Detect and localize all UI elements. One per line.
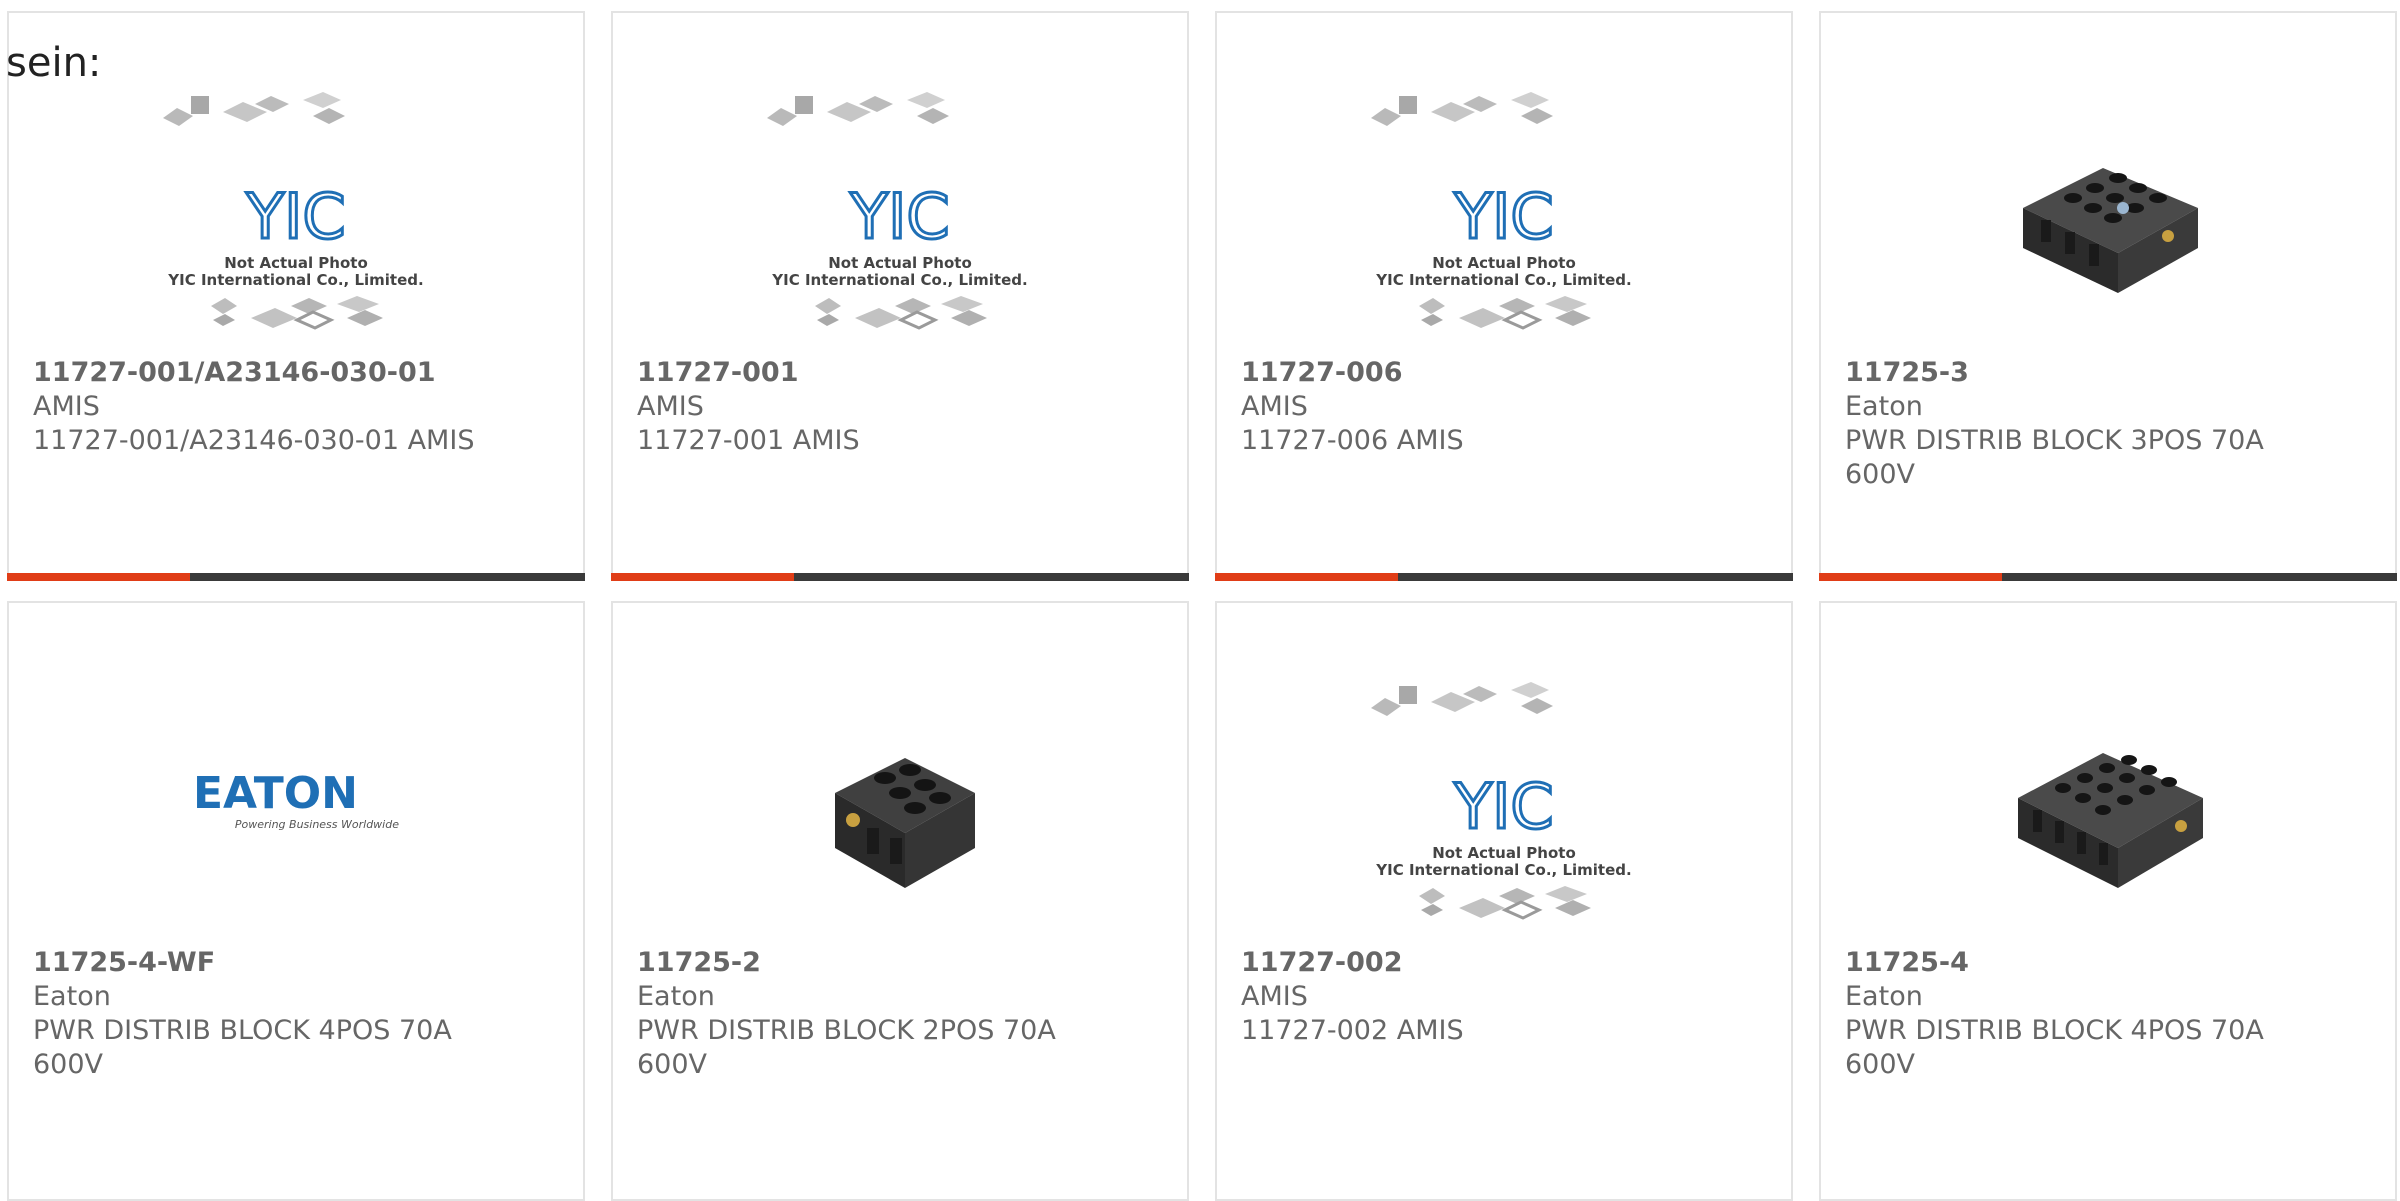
product-card[interactable]: 11725-3 Eaton PWR DISTRIB BLOCK 3POS 70A…: [1819, 11, 2397, 581]
product-image: [1821, 73, 2395, 353]
product-card[interactable]: 11725-4 Eaton PWR DISTRIB BLOCK 4POS 70A…: [1819, 601, 2397, 1201]
part-number[interactable]: 11727-006: [1241, 356, 1767, 390]
product-card[interactable]: YIC Not Actual Photo YIC International C…: [1215, 601, 1793, 1201]
terminal-block-icon: [835, 758, 975, 888]
page-intro-text: sein:: [6, 40, 102, 86]
part-number[interactable]: 11727-002: [1241, 946, 1767, 980]
part-number[interactable]: 11727-001/A23146-030-01: [33, 356, 559, 390]
description-line2: 600V: [1845, 459, 1916, 490]
yic-logo-icon: YIC: [1453, 770, 1553, 843]
svg-text:YIC International Co., Limited: YIC International Co., Limited.: [1375, 861, 1631, 879]
description: 11727-002 AMIS: [1241, 1015, 1464, 1046]
terminal-block-icon: [2018, 753, 2203, 888]
svg-text:EATON: EATON: [193, 768, 358, 819]
manufacturer: Eaton: [33, 981, 111, 1012]
product-card[interactable]: YIC Not Actual Photo YIC International C…: [611, 11, 1189, 581]
product-image: [613, 663, 1187, 943]
product-card[interactable]: YIC Not Actual Photo YIC International C…: [7, 11, 585, 581]
placeholder-image: YIC Not Actual Photo YIC International C…: [1217, 663, 1791, 943]
terminal-block-icon: [2023, 168, 2198, 293]
manufacturer-logo: EATON Powering Business Worldwide: [9, 663, 583, 943]
product-card[interactable]: YIC Not Actual Photo YIC International C…: [1215, 11, 1793, 581]
product-card[interactable]: 11725-2 Eaton PWR DISTRIB BLOCK 2POS 70A…: [611, 601, 1189, 1201]
placeholder-image: YIC Not Actual Photo YIC International C…: [9, 73, 583, 353]
part-number[interactable]: 11727-001: [637, 356, 1163, 390]
card-bottom-bar: [1819, 573, 2397, 581]
description: PWR DISTRIB BLOCK 2POS 70A: [637, 1015, 1056, 1046]
description: 11727-006 AMIS: [1241, 425, 1464, 456]
description: 11727-001 AMIS: [637, 425, 860, 456]
yic-logo-icon: YIC: [1453, 180, 1553, 253]
svg-text:YIC International Co., Limited: YIC International Co., Limited.: [1375, 271, 1631, 289]
svg-text:Not Actual Photo: Not Actual Photo: [224, 254, 368, 272]
svg-text:YIC International Co., Limited: YIC International Co., Limited.: [167, 271, 423, 289]
eaton-logo-icon: EATON Powering Business Worldwide: [193, 768, 399, 831]
description-line2: 600V: [1845, 1049, 1916, 1080]
description: PWR DISTRIB BLOCK 4POS 70A: [1845, 1015, 2264, 1046]
product-card[interactable]: EATON Powering Business Worldwide 11725-…: [7, 601, 585, 1201]
manufacturer: AMIS: [1241, 981, 1308, 1012]
part-number[interactable]: 11725-4: [1845, 946, 2371, 980]
placeholder-image: YIC Not Actual Photo YIC International C…: [613, 73, 1187, 353]
manufacturer: AMIS: [1241, 391, 1308, 422]
part-number[interactable]: 11725-4-WF: [33, 946, 559, 980]
description: 11727-001/A23146-030-01 AMIS: [33, 425, 475, 456]
svg-text:Powering Business Worldwide: Powering Business Worldwide: [235, 818, 399, 831]
placeholder-image: YIC Not Actual Photo YIC International C…: [1217, 73, 1791, 353]
product-image: [1821, 663, 2395, 943]
description: PWR DISTRIB BLOCK 4POS 70A: [33, 1015, 452, 1046]
svg-text:Not Actual Photo: Not Actual Photo: [1432, 844, 1576, 862]
description-line2: 600V: [637, 1049, 708, 1080]
manufacturer: AMIS: [33, 391, 100, 422]
card-bottom-bar: [611, 573, 1189, 581]
manufacturer: Eaton: [1845, 981, 1923, 1012]
part-number[interactable]: 11725-2: [637, 946, 1163, 980]
card-bottom-bar: [7, 573, 585, 581]
card-bottom-bar: [1215, 573, 1793, 581]
manufacturer: Eaton: [637, 981, 715, 1012]
yic-logo-icon: YIC: [245, 180, 345, 253]
svg-text:Not Actual Photo: Not Actual Photo: [1432, 254, 1576, 272]
description-line2: 600V: [33, 1049, 104, 1080]
description: PWR DISTRIB BLOCK 3POS 70A: [1845, 425, 2264, 456]
yic-logo-icon: YIC: [849, 180, 949, 253]
part-number[interactable]: 11725-3: [1845, 356, 2371, 390]
manufacturer: Eaton: [1845, 391, 1923, 422]
svg-text:Not Actual Photo: Not Actual Photo: [828, 254, 972, 272]
svg-text:YIC International Co., Limited: YIC International Co., Limited.: [771, 271, 1027, 289]
manufacturer: AMIS: [637, 391, 704, 422]
